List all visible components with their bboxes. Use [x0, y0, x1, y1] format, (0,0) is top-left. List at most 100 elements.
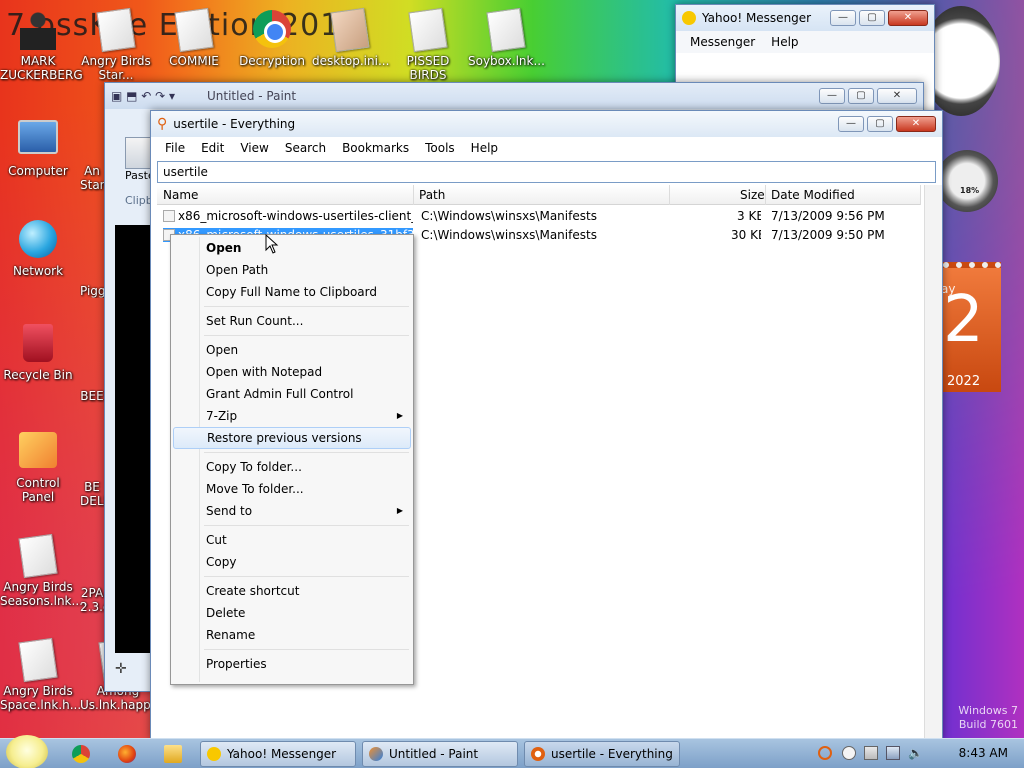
- desktop-icon-desktop-ini[interactable]: desktop.ini...: [312, 7, 389, 68]
- minimize-button[interactable]: —: [819, 88, 845, 104]
- menu-item-open-path[interactable]: Open Path: [173, 259, 411, 281]
- partial-label: BEE: [80, 389, 104, 403]
- vertical-scrollbar[interactable]: [924, 185, 942, 739]
- desktop-icon-angry-birds-star[interactable]: Angry Birds Star...: [78, 7, 154, 82]
- desktop-icon-commie[interactable]: COMMIE: [156, 7, 232, 68]
- menu-item-send-to[interactable]: Send to ▶: [173, 500, 411, 522]
- menu-item-open[interactable]: Open: [173, 237, 411, 259]
- menu-separator: [204, 576, 409, 577]
- desktop-icon-recycle-bin[interactable]: Recycle Bin: [0, 324, 76, 382]
- desktop-icon-angry-birds-seasons[interactable]: Angry Birds Seasons.lnk....: [0, 533, 87, 608]
- close-button[interactable]: ✕: [896, 116, 936, 132]
- desktop-icon-network[interactable]: Network: [0, 220, 76, 278]
- partial-label: BE DELI: [80, 480, 104, 508]
- cpu-meter-gadget[interactable]: 18%: [936, 150, 998, 212]
- partial-label: Pigg: [80, 284, 104, 298]
- taskbar-yahoo-messenger[interactable]: Yahoo! Messenger: [200, 741, 356, 767]
- menu-bookmarks[interactable]: Bookmarks: [334, 141, 417, 155]
- desktop-icon-angry-birds-space[interactable]: Angry Birds Space.lnk.h...: [0, 637, 81, 712]
- display-icon[interactable]: [886, 746, 900, 760]
- close-button[interactable]: ✕: [877, 88, 917, 104]
- menu-item-copy-full-name[interactable]: Copy Full Name to Clipboard: [173, 281, 411, 303]
- network-error-icon[interactable]: [864, 746, 878, 760]
- taskbar-everything[interactable]: usertile - Everything: [524, 741, 680, 767]
- search-icon[interactable]: [818, 746, 832, 760]
- maximize-button[interactable]: ▢: [867, 116, 893, 132]
- document-icon: [174, 7, 214, 53]
- submenu-arrow-icon: ▶: [396, 411, 403, 420]
- yahoo-menubar: Messenger Help: [676, 31, 934, 53]
- paint-titlebar[interactable]: ▣ ⬒ ↶ ↷ ▾ Untitled - Paint — ▢ ✕: [105, 83, 923, 109]
- yahoo-icon: [207, 747, 221, 761]
- emoji-icon[interactable]: [842, 746, 856, 760]
- paint-ribbon: Paste Clipb: [111, 111, 155, 221]
- file-icon: [163, 210, 175, 222]
- menu-item-rename[interactable]: Rename: [173, 624, 411, 646]
- search-input[interactable]: usertile: [157, 161, 936, 183]
- chrome-icon[interactable]: [72, 745, 90, 763]
- menu-messenger[interactable]: Messenger: [682, 35, 763, 49]
- minimize-button[interactable]: —: [830, 10, 856, 26]
- menu-item-properties[interactable]: Properties: [173, 653, 411, 675]
- menu-separator: [204, 335, 409, 336]
- firefox-icon[interactable]: [118, 745, 136, 763]
- menu-separator: [204, 306, 409, 307]
- calendar-gadget[interactable]: ay 2 2022: [941, 262, 1001, 392]
- paint-canvas[interactable]: [115, 225, 155, 653]
- menu-item-open-with-notepad[interactable]: Open with Notepad: [173, 361, 411, 383]
- menu-item-create-shortcut[interactable]: Create shortcut: [173, 580, 411, 602]
- menu-item-delete[interactable]: Delete: [173, 602, 411, 624]
- menu-file[interactable]: File: [157, 141, 193, 155]
- desktop-icon-control-panel[interactable]: Control Panel: [0, 430, 76, 504]
- menu-item-open-2[interactable]: Open: [173, 339, 411, 361]
- submenu-arrow-icon: ▶: [396, 506, 403, 515]
- clipboard-group-label: Clipb: [125, 194, 153, 207]
- desktop-icon-pissed-birds[interactable]: PISSED BIRDS: [390, 7, 466, 82]
- paste-label[interactable]: Paste: [125, 169, 155, 182]
- menu-search[interactable]: Search: [277, 141, 334, 155]
- everything-titlebar[interactable]: ⚲ usertile - Everything — ▢ ✕: [151, 111, 942, 137]
- maximize-button[interactable]: ▢: [848, 88, 874, 104]
- desktop-icon-decryption[interactable]: Decryption: [234, 10, 310, 68]
- desktop-icon-mark-zuckerberg[interactable]: MARK ZUCKERBERG: [0, 10, 83, 82]
- network-icon: [19, 220, 57, 258]
- menu-item-set-run-count[interactable]: Set Run Count...: [173, 310, 411, 332]
- column-size[interactable]: Size: [740, 188, 765, 202]
- column-path[interactable]: Path: [419, 188, 445, 202]
- menu-item-cut[interactable]: Cut: [173, 529, 411, 551]
- menu-item-move-to-folder[interactable]: Move To folder...: [173, 478, 411, 500]
- paint-icon: [369, 747, 383, 761]
- taskbar-clock[interactable]: 8:43 AM: [959, 746, 1008, 760]
- menu-tools[interactable]: Tools: [417, 141, 463, 155]
- folder-icon[interactable]: [164, 745, 182, 763]
- column-name[interactable]: Name: [163, 188, 198, 202]
- document-icon: [96, 7, 136, 53]
- document-icon: [18, 533, 58, 579]
- menu-item-copy[interactable]: Copy: [173, 551, 411, 573]
- partial-label: 2PA 2.3.e: [80, 586, 104, 614]
- menu-help[interactable]: Help: [763, 35, 806, 49]
- volume-icon[interactable]: 🔈: [908, 746, 923, 760]
- menu-item-copy-to-folder[interactable]: Copy To folder...: [173, 456, 411, 478]
- move-icon: ✛: [115, 661, 127, 677]
- menu-edit[interactable]: Edit: [193, 141, 232, 155]
- yahoo-titlebar[interactable]: Yahoo! Messenger — ▢ ✕: [676, 5, 934, 31]
- taskbar-paint[interactable]: Untitled - Paint: [362, 741, 518, 767]
- minimize-button[interactable]: —: [838, 116, 864, 132]
- menu-item-restore-previous-versions[interactable]: Restore previous versions: [173, 427, 411, 449]
- desktop-icon-soybox[interactable]: Soybox.lnk...: [468, 7, 545, 68]
- menu-item-7zip[interactable]: 7-Zip ▶: [173, 405, 411, 427]
- close-button[interactable]: ✕: [888, 10, 928, 26]
- table-row[interactable]: x86_microsoft-windows-usertiles-client_3…: [157, 207, 920, 226]
- system-tray: 🔈 8:43 AM: [814, 739, 1024, 768]
- desktop-icon-computer[interactable]: Computer: [0, 116, 76, 178]
- menu-item-grant-admin[interactable]: Grant Admin Full Control: [173, 383, 411, 405]
- start-button[interactable]: [6, 735, 48, 768]
- column-date-modified[interactable]: Date Modified: [771, 188, 855, 202]
- paste-icon[interactable]: [125, 137, 151, 169]
- maximize-button[interactable]: ▢: [859, 10, 885, 26]
- menu-help[interactable]: Help: [463, 141, 506, 155]
- menu-separator: [204, 452, 409, 453]
- menu-view[interactable]: View: [232, 141, 276, 155]
- person-icon: [20, 10, 56, 50]
